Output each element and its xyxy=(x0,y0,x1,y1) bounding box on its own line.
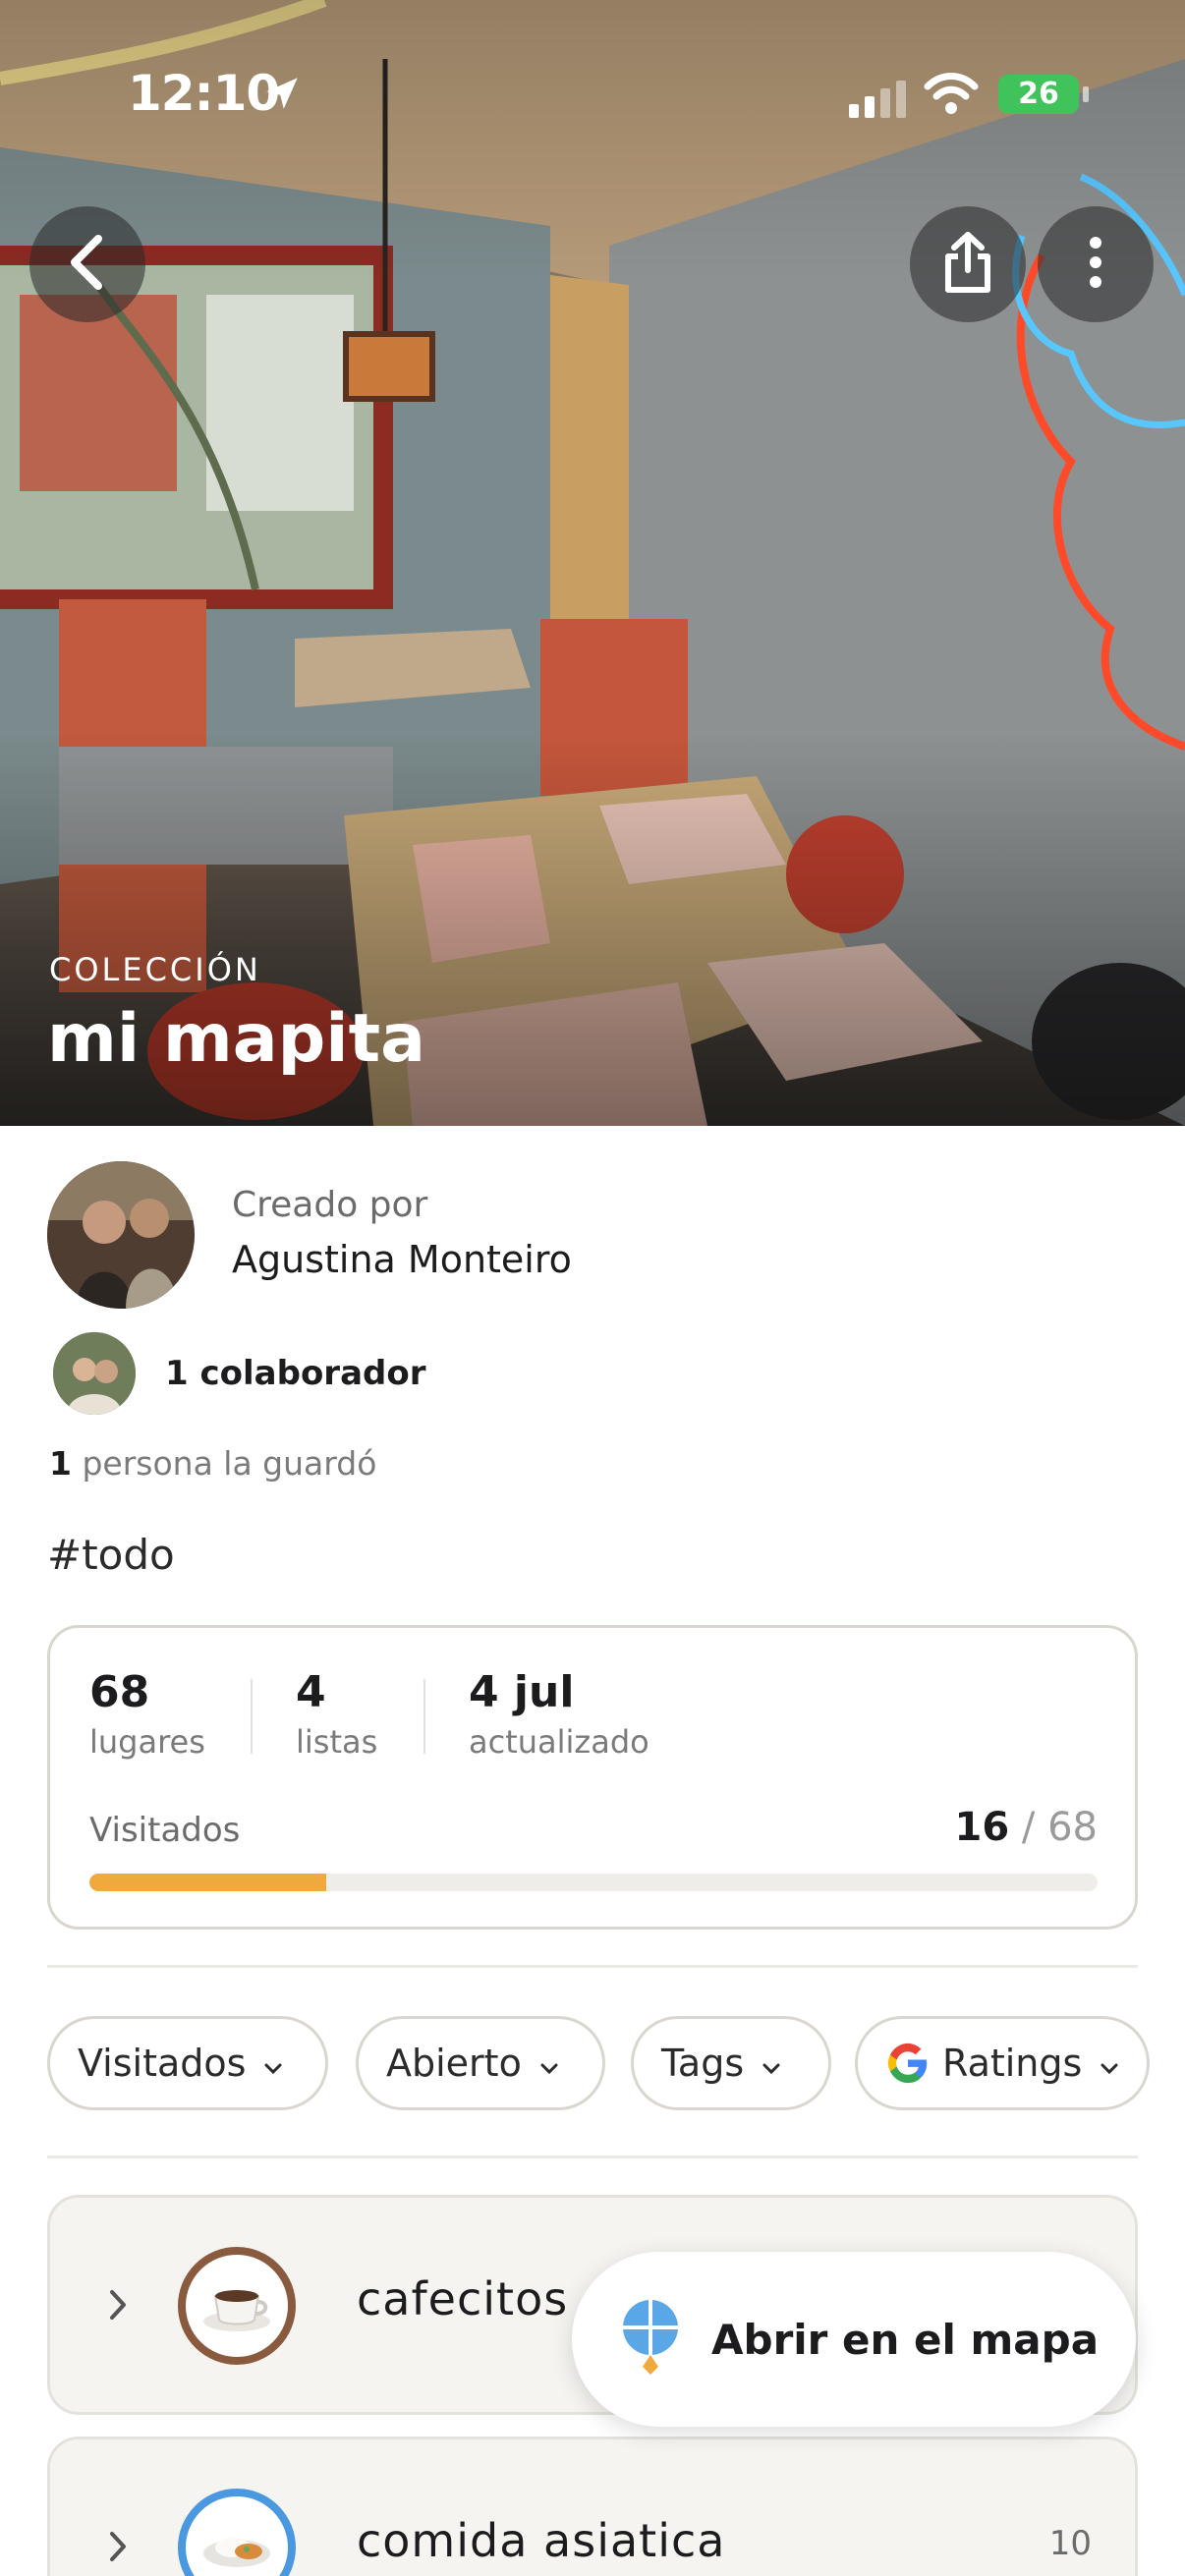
stat-updated: 4 jul actualizado xyxy=(469,1667,649,1761)
saved-count: 1 xyxy=(49,1444,72,1483)
filter-tags-chip[interactable]: Tags xyxy=(631,2016,831,2110)
visited-progress-fill xyxy=(89,1874,327,1891)
stat-divider xyxy=(251,1679,253,1754)
status-time: 12:10 xyxy=(128,65,280,122)
places-value: 68 xyxy=(89,1667,150,1717)
collection-title: mi mapita xyxy=(47,1000,425,1078)
filter-chips: Visitados Abierto Tags Ratings xyxy=(47,2016,1185,2110)
collaborators-count[interactable]: 1 colaborador xyxy=(165,1354,425,1393)
cellular-signal-icon xyxy=(847,81,908,124)
filter-open-chip[interactable]: Abierto xyxy=(356,2016,605,2110)
stat-lists: 4 listas xyxy=(296,1667,377,1761)
rice-plate-icon xyxy=(178,2489,296,2576)
open-map-label: Abrir en el mapa xyxy=(711,2315,1100,2364)
location-arrow-icon xyxy=(261,73,303,118)
vertical-ellipsis-icon xyxy=(1086,233,1105,296)
creator-name[interactable]: Agustina Monteiro xyxy=(232,1238,572,1281)
creator-label: Creado por xyxy=(232,1185,428,1225)
filter-label: Visitados xyxy=(78,2042,247,2085)
visited-label: Visitados xyxy=(89,1811,241,1850)
back-button[interactable] xyxy=(29,206,145,322)
section-divider xyxy=(47,2156,1138,2158)
saved-by-count: 1 persona la guardó xyxy=(49,1444,376,1483)
stat-places: 68 lugares xyxy=(89,1667,205,1761)
filter-label: Tags xyxy=(661,2042,745,2085)
chevron-down-icon xyxy=(263,2042,283,2085)
battery-indicator: 26 xyxy=(998,75,1079,114)
chevron-down-icon xyxy=(1100,2042,1119,2085)
places-label: lugares xyxy=(89,1723,205,1761)
list-count: 10 xyxy=(1048,2524,1092,2563)
chevron-right-icon xyxy=(107,2530,129,2567)
open-map-button[interactable]: Abrir en el mapa xyxy=(572,2252,1136,2427)
visited-total: / 68 xyxy=(1021,1805,1098,1850)
chevron-left-icon xyxy=(63,233,112,296)
battery-cap xyxy=(1083,86,1089,102)
share-icon xyxy=(940,231,995,298)
list-item[interactable]: comida asiatica 10 xyxy=(47,2436,1138,2576)
updated-value: 4 jul xyxy=(469,1667,575,1717)
updated-label: actualizado xyxy=(469,1723,649,1761)
filter-label: Ratings xyxy=(942,2042,1083,2085)
chevron-down-icon xyxy=(762,2042,781,2085)
section-divider xyxy=(47,1965,1138,1968)
lists-label: listas xyxy=(296,1723,378,1761)
list-name: cafecitos xyxy=(357,2272,569,2325)
list-name: comida asiatica xyxy=(357,2514,726,2567)
wifi-icon xyxy=(924,73,979,120)
stat-divider xyxy=(423,1679,425,1754)
filter-ratings-chip[interactable]: Ratings xyxy=(855,2016,1150,2110)
creator-avatar[interactable] xyxy=(47,1161,195,1309)
status-bar: 12:10 26 xyxy=(0,59,1185,138)
visited-count: 16 / 68 xyxy=(955,1805,1098,1850)
chevron-right-icon xyxy=(107,2288,129,2325)
stats-card: 68 lugares 4 listas 4 jul actualizado Vi… xyxy=(47,1625,1138,1930)
collaborator-avatar[interactable] xyxy=(53,1332,136,1415)
cover-photo: 12:10 26 COLECCIÓN mi mapita xyxy=(0,0,1185,1126)
visited-done: 16 xyxy=(954,1805,1010,1850)
filter-visited-chip[interactable]: Visitados xyxy=(47,2016,328,2110)
collection-hashtag[interactable]: #todo xyxy=(47,1531,175,1579)
chevron-down-icon xyxy=(539,2042,559,2085)
saved-text: persona la guardó xyxy=(82,1444,377,1483)
share-button[interactable] xyxy=(910,206,1026,322)
filter-label: Abierto xyxy=(386,2042,522,2085)
lists-value: 4 xyxy=(296,1667,326,1717)
collection-kicker: COLECCIÓN xyxy=(49,951,261,988)
google-logo-icon xyxy=(885,2041,931,2086)
map-pin-icon xyxy=(619,2298,682,2380)
visited-progress-bar xyxy=(89,1874,1098,1891)
coffee-cup-icon xyxy=(178,2247,296,2365)
more-options-button[interactable] xyxy=(1038,206,1154,322)
